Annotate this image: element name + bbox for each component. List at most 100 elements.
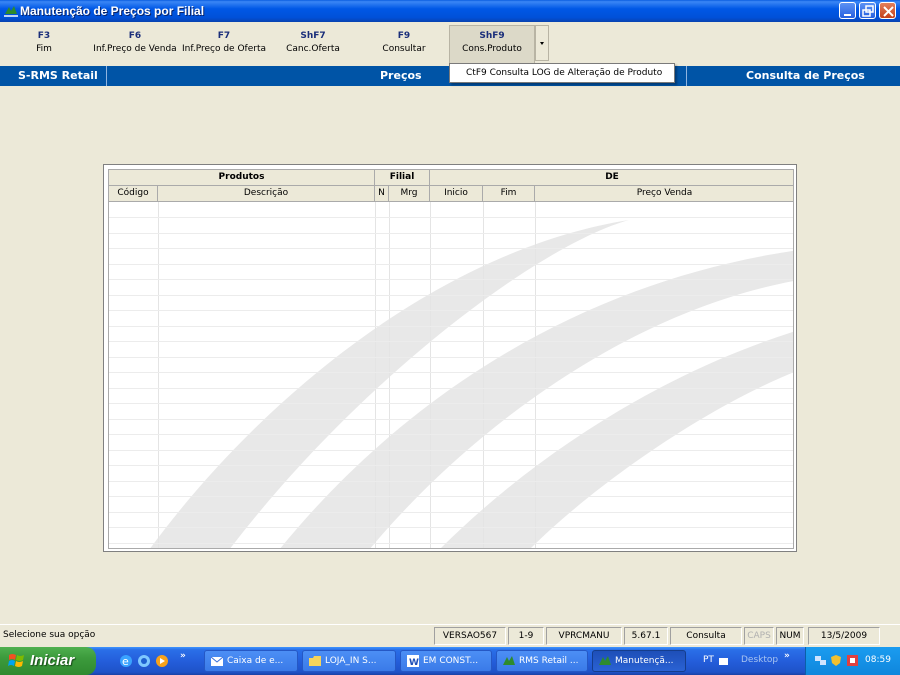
- fkey-code: F6: [128, 31, 142, 41]
- desktop-toolbar-label[interactable]: Desktop: [741, 655, 778, 665]
- f6-preco-venda-button[interactable]: F6 Inf.Preço de Venda: [90, 30, 180, 56]
- menu-item-consulta-log[interactable]: CtF9 Consulta LOG de Alteração de Produt…: [466, 68, 662, 78]
- taskbar-button-label: Caixa de e...: [227, 656, 284, 666]
- column-header-mrg[interactable]: Mrg: [389, 186, 430, 202]
- shf9-cons-produto-button[interactable]: ShF9 Cons.Produto: [449, 25, 535, 65]
- band-screen-name: Consulta de Preços: [746, 69, 865, 82]
- toolbar-overflow-icon[interactable]: »: [784, 651, 790, 661]
- taskbar-button-manutencao[interactable]: Manutençã...: [592, 650, 686, 672]
- status-program: VPRCMANU: [546, 627, 622, 645]
- taskbar-button-label: LOJA_IN S...: [325, 656, 377, 666]
- grid-row-line: [109, 450, 793, 451]
- grid-row-line: [109, 279, 793, 280]
- browser-icon[interactable]: [136, 653, 152, 669]
- function-key-toolbar: F3 Fim F6 Inf.Preço de Venda F7 Inf.Preç…: [0, 22, 900, 66]
- toolbar-dropdown-button[interactable]: [535, 25, 549, 61]
- grid-row-line: [109, 341, 793, 342]
- column-header-inicio[interactable]: Inicio: [430, 186, 483, 202]
- network-icon[interactable]: [814, 654, 827, 667]
- fkey-code: F7: [217, 31, 231, 41]
- quicklaunch-overflow-icon[interactable]: »: [180, 651, 186, 661]
- status-build: 5.67.1: [624, 627, 668, 645]
- band-module-name: Preços: [380, 69, 422, 82]
- fkey-label: Canc.Oferta: [286, 44, 340, 54]
- keyboard-icon[interactable]: [719, 657, 728, 666]
- grid-row-line: [109, 217, 793, 218]
- grid-row-line: [109, 419, 793, 420]
- minimize-icon: [844, 14, 851, 16]
- status-page: 1-9: [508, 627, 544, 645]
- taskbar-button-loja[interactable]: LOJA_IN S...: [302, 650, 396, 672]
- group-header-de: DE: [430, 170, 793, 186]
- media-icon[interactable]: [154, 653, 170, 669]
- watermark-logo: [150, 220, 793, 548]
- fkey-label: Inf.Preço de Venda: [93, 44, 177, 54]
- rms-app-icon: [599, 656, 611, 665]
- close-icon: [883, 6, 894, 17]
- grid-row-line: [109, 527, 793, 528]
- grid-row-line: [109, 248, 793, 249]
- minimize-button[interactable]: [839, 2, 856, 19]
- mail-icon: [210, 656, 224, 666]
- column-header-preco-venda[interactable]: Preço Venda: [535, 186, 793, 202]
- clock: 08:59: [865, 655, 891, 665]
- start-button[interactable]: Iniciar: [0, 647, 96, 675]
- band-separator: [106, 66, 107, 86]
- status-mode: Consulta: [670, 627, 742, 645]
- fkey-code: ShF9: [479, 31, 505, 41]
- taskbar-button-label: RMS Retail ...: [519, 656, 579, 666]
- restore-icon: [862, 5, 874, 17]
- fkey-code: ShF7: [300, 31, 326, 41]
- windows-flag-icon: [8, 654, 24, 667]
- fkey-label: Consultar: [382, 44, 426, 54]
- close-button[interactable]: [879, 2, 896, 19]
- f7-preco-oferta-button[interactable]: F7 Inf.Preço de Oferta: [180, 30, 268, 56]
- column-header-codigo[interactable]: Código: [109, 186, 158, 202]
- taskbar-button-em-const[interactable]: W EM CONST...: [400, 650, 492, 672]
- status-num: NUM: [776, 627, 804, 645]
- grid-row-line: [109, 512, 793, 513]
- taskbar-button-rms-retail[interactable]: RMS Retail ...: [496, 650, 588, 672]
- tray-app-icon[interactable]: [846, 654, 859, 667]
- column-header-descricao[interactable]: Descrição: [158, 186, 375, 202]
- f9-consultar-button[interactable]: F9 Consultar: [374, 30, 434, 56]
- status-message: Selecione sua opção: [3, 630, 96, 640]
- fkey-label: Cons.Produto: [462, 44, 522, 54]
- start-label: Iniciar: [30, 652, 75, 669]
- prices-grid-frame: Produtos Filial DE Código Descrição N Mr…: [103, 164, 797, 552]
- app-icon: [4, 6, 18, 17]
- f3-fim-button[interactable]: F3 Fim: [24, 30, 64, 56]
- svg-text:e: e: [122, 655, 129, 668]
- group-header-produtos: Produtos: [109, 170, 375, 186]
- group-header-filial: Filial: [375, 170, 430, 186]
- status-caps: CAPS: [744, 627, 774, 645]
- maximize-button[interactable]: [859, 2, 876, 19]
- taskbar-button-label: EM CONST...: [423, 656, 479, 666]
- system-tray: 08:59: [805, 647, 900, 675]
- column-header-fim[interactable]: Fim: [483, 186, 535, 202]
- status-version: VERSAO567: [434, 627, 506, 645]
- grid-row-line: [109, 264, 793, 265]
- taskbar: Iniciar e » Caixa de e... LOJA_IN S... W…: [0, 647, 900, 675]
- grid-row-line: [109, 310, 793, 311]
- rms-app-icon: [503, 656, 515, 665]
- title-bar: Manutenção de Preços por Filial: [0, 0, 900, 22]
- grid-row-line: [109, 403, 793, 404]
- grid-row-line: [109, 295, 793, 296]
- prices-grid[interactable]: Produtos Filial DE Código Descrição N Mr…: [108, 169, 794, 549]
- security-shield-icon[interactable]: [830, 654, 843, 667]
- grid-row-line: [109, 481, 793, 482]
- grid-row-line: [109, 388, 793, 389]
- word-document-icon: W: [407, 655, 419, 668]
- fkey-code: F3: [37, 31, 51, 41]
- fkey-label: Fim: [36, 44, 52, 54]
- status-date: 13/5/2009: [808, 627, 880, 645]
- fkey-label: Inf.Preço de Oferta: [181, 44, 266, 54]
- ie-icon[interactable]: e: [118, 653, 134, 669]
- taskbar-button-caixa[interactable]: Caixa de e...: [204, 650, 298, 672]
- band-separator: [686, 66, 687, 86]
- grid-row-line: [109, 434, 793, 435]
- language-indicator[interactable]: PT: [703, 655, 714, 665]
- column-header-n[interactable]: N: [375, 186, 389, 202]
- shf7-canc-oferta-button[interactable]: ShF7 Canc.Oferta: [283, 30, 343, 56]
